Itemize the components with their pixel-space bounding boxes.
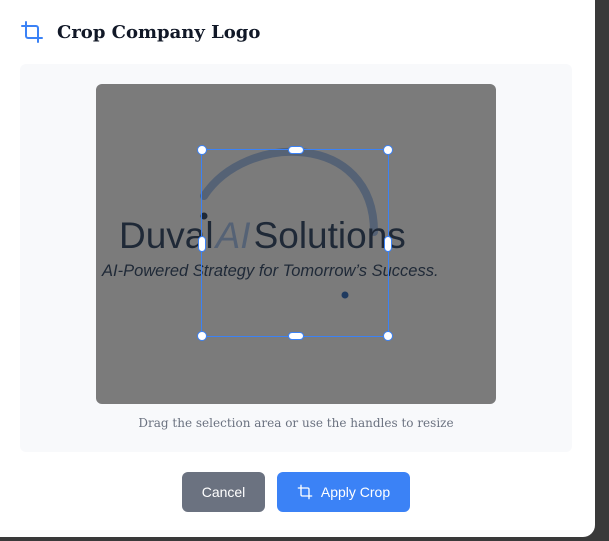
resize-handle-top-left[interactable] — [197, 145, 207, 155]
dialog-title: Crop Company Logo — [57, 21, 261, 43]
apply-crop-button[interactable]: Apply Crop — [277, 472, 410, 512]
cancel-button[interactable]: Cancel — [182, 472, 265, 512]
resize-handle-right[interactable] — [384, 236, 392, 252]
cancel-button-label: Cancel — [201, 484, 246, 500]
crop-dialog: Crop Company Logo DuvalAISolutions AI-Po… — [0, 0, 595, 537]
crop-panel: DuvalAISolutions AI-Powered Strategy for… — [20, 64, 572, 452]
crop-hint-text: Drag the selection area or use the handl… — [138, 416, 454, 430]
resize-handle-bottom-right[interactable] — [383, 331, 393, 341]
resize-handle-top-right[interactable] — [383, 145, 393, 155]
resize-handle-bottom[interactable] — [288, 332, 304, 340]
resize-handle-bottom-left[interactable] — [197, 331, 207, 341]
crop-icon — [297, 484, 313, 500]
crop-canvas: DuvalAISolutions AI-Powered Strategy for… — [96, 84, 496, 404]
resize-handle-top[interactable] — [288, 146, 304, 154]
apply-crop-label: Apply Crop — [320, 484, 391, 500]
crop-selection-area[interactable] — [197, 145, 393, 341]
crop-icon — [20, 20, 44, 44]
resize-handle-left[interactable] — [198, 236, 206, 252]
dialog-header: Crop Company Logo — [20, 20, 260, 44]
